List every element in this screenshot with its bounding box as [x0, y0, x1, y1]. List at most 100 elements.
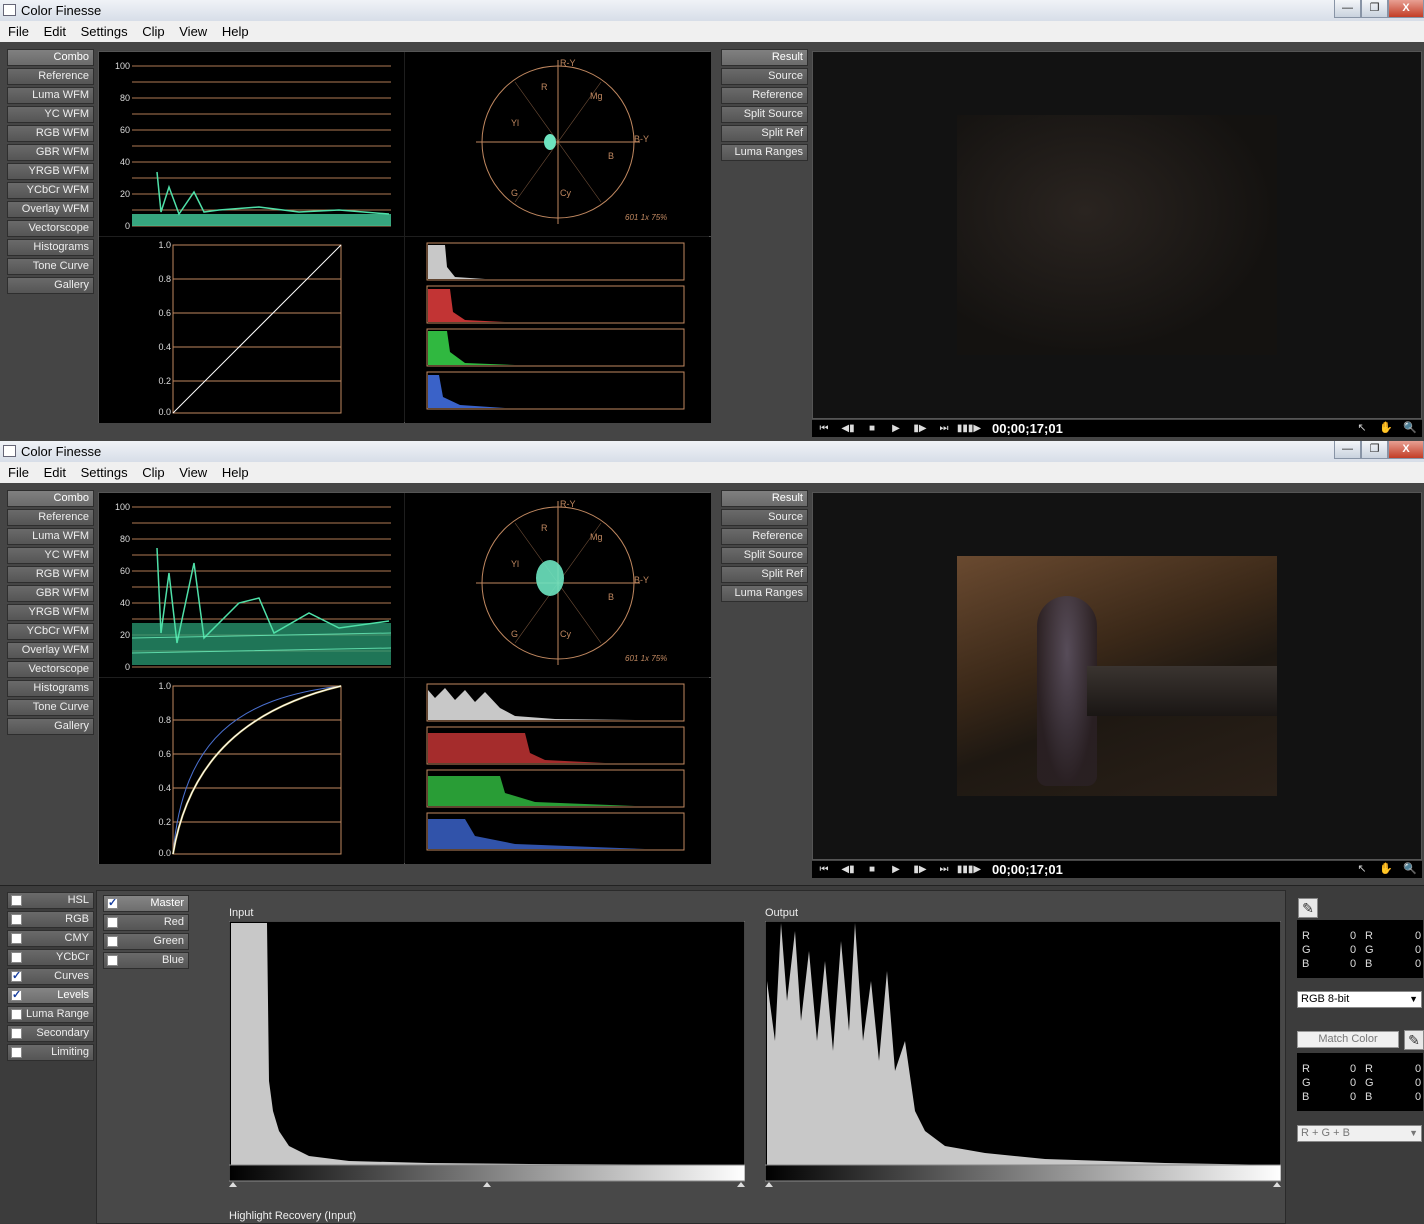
eyedropper-icon[interactable]: ✎	[1298, 898, 1318, 918]
menu-edit[interactable]: Edit	[44, 462, 66, 480]
first-frame-button[interactable]: ⏮	[814, 863, 834, 876]
menu-view[interactable]: View	[179, 21, 207, 39]
maximize-button[interactable]: ❐	[1361, 0, 1388, 18]
input-black-slider[interactable]	[229, 1182, 237, 1187]
next-frame-button[interactable]: ▮▶	[910, 422, 930, 435]
match-eyedropper-icon[interactable]: ✎	[1404, 1030, 1424, 1050]
view-split-ref[interactable]: Split Ref	[721, 125, 808, 142]
menu-settings[interactable]: Settings	[81, 21, 128, 39]
tab-reference[interactable]: Reference	[7, 68, 94, 85]
view-reference[interactable]: Reference	[721, 528, 808, 545]
tab-ycbcr-wfm[interactable]: YCbCr WFM	[7, 182, 94, 199]
match-mode-select[interactable]: R + G + B ▼	[1297, 1125, 1422, 1142]
tab-yrgb-wfm[interactable]: YRGB WFM	[7, 163, 94, 180]
last-frame-button[interactable]: ⏭	[934, 863, 954, 876]
menu-file[interactable]: File	[8, 462, 29, 480]
tab-hsl[interactable]: HSL	[7, 892, 94, 909]
view-source[interactable]: Source	[721, 68, 808, 85]
menu-edit[interactable]: Edit	[44, 21, 66, 39]
prev-frame-button[interactable]: ◀▮	[838, 422, 858, 435]
tab-overlay-wfm[interactable]: Overlay WFM	[7, 201, 94, 218]
input-white-slider[interactable]	[737, 1182, 745, 1187]
channel-green[interactable]: Green	[103, 933, 189, 950]
curves-checkbox[interactable]: ✓	[11, 971, 22, 982]
limiting-checkbox[interactable]	[11, 1047, 22, 1058]
channel-red[interactable]: Red	[103, 914, 189, 931]
tab-secondary[interactable]: Secondary	[7, 1025, 94, 1042]
input-gamma-slider[interactable]	[483, 1182, 491, 1187]
master-checkbox[interactable]: ✓	[107, 898, 118, 909]
arrow-tool-icon[interactable]: ↖	[1352, 863, 1372, 876]
tab-vectorscope[interactable]: Vectorscope	[7, 661, 94, 678]
tab-rgb-wfm[interactable]: RGB WFM	[7, 566, 94, 583]
tab-histograms[interactable]: Histograms	[7, 680, 94, 697]
tab-yc-wfm[interactable]: YC WFM	[7, 106, 94, 123]
prev-frame-button[interactable]: ◀▮	[838, 863, 858, 876]
tab-luma-range[interactable]: Luma Range	[7, 1006, 94, 1023]
view-split-source[interactable]: Split Source	[721, 106, 808, 123]
tab-luma-wfm[interactable]: Luma WFM	[7, 87, 94, 104]
output-white-slider[interactable]	[1273, 1182, 1281, 1187]
rgb-checkbox[interactable]	[11, 914, 22, 925]
channel-blue[interactable]: Blue	[103, 952, 189, 969]
stop-button[interactable]: ■	[862, 422, 882, 435]
cmy-checkbox[interactable]	[11, 933, 22, 944]
close-button[interactable]: X	[1388, 441, 1424, 459]
minimize-button[interactable]: —	[1334, 0, 1361, 18]
tab-rgb[interactable]: RGB	[7, 911, 94, 928]
view-reference[interactable]: Reference	[721, 87, 808, 104]
minimize-button[interactable]: —	[1334, 441, 1361, 459]
tab-gallery[interactable]: Gallery	[7, 277, 94, 294]
ycbcr-checkbox[interactable]	[11, 952, 22, 963]
tab-ycbcr-wfm[interactable]: YCbCr WFM	[7, 623, 94, 640]
levels-checkbox[interactable]: ✓	[11, 990, 22, 1001]
first-frame-button[interactable]: ⏮	[814, 422, 834, 435]
view-source[interactable]: Source	[721, 509, 808, 526]
hsl-checkbox[interactable]	[11, 895, 22, 906]
menu-file[interactable]: File	[8, 21, 29, 39]
view-split-ref[interactable]: Split Ref	[721, 566, 808, 583]
tab-curves[interactable]: ✓ Curves	[7, 968, 94, 985]
tab-gallery[interactable]: Gallery	[7, 718, 94, 735]
secondary-checkbox[interactable]	[11, 1028, 22, 1039]
tab-ycbcr[interactable]: YCbCr	[7, 949, 94, 966]
menu-help[interactable]: Help	[222, 462, 249, 480]
stop-button[interactable]: ■	[862, 863, 882, 876]
play-button[interactable]: ▶	[886, 863, 906, 876]
menu-clip[interactable]: Clip	[142, 21, 164, 39]
menu-settings[interactable]: Settings	[81, 462, 128, 480]
tab-levels[interactable]: ✓ Levels	[7, 987, 94, 1004]
view-result[interactable]: Result	[721, 490, 808, 507]
menu-view[interactable]: View	[179, 462, 207, 480]
output-black-slider[interactable]	[765, 1182, 773, 1187]
tab-overlay-wfm[interactable]: Overlay WFM	[7, 642, 94, 659]
hand-tool-icon[interactable]: ✋	[1376, 863, 1396, 876]
tab-limiting[interactable]: Limiting	[7, 1044, 94, 1061]
hand-tool-icon[interactable]: ✋	[1376, 422, 1396, 435]
tab-vectorscope[interactable]: Vectorscope	[7, 220, 94, 237]
tab-gbr-wfm[interactable]: GBR WFM	[7, 585, 94, 602]
view-split-source[interactable]: Split Source	[721, 547, 808, 564]
tab-histograms[interactable]: Histograms	[7, 239, 94, 256]
menu-clip[interactable]: Clip	[142, 462, 164, 480]
loop-button[interactable]: ▮▮▮▶	[956, 422, 982, 435]
tab-yc-wfm[interactable]: YC WFM	[7, 547, 94, 564]
channel-master[interactable]: ✓ Master	[103, 895, 189, 912]
tab-cmy[interactable]: CMY	[7, 930, 94, 947]
luma-range-checkbox[interactable]	[11, 1009, 22, 1020]
tab-reference[interactable]: Reference	[7, 509, 94, 526]
view-luma-ranges[interactable]: Luma Ranges	[721, 144, 808, 161]
match-color-button[interactable]: Match Color	[1297, 1031, 1399, 1048]
tab-tone-curve[interactable]: Tone Curve	[7, 258, 94, 275]
green-checkbox[interactable]	[107, 936, 118, 947]
zoom-tool-icon[interactable]: 🔍	[1400, 863, 1420, 876]
tab-yrgb-wfm[interactable]: YRGB WFM	[7, 604, 94, 621]
view-luma-ranges[interactable]: Luma Ranges	[721, 585, 808, 602]
play-button[interactable]: ▶	[886, 422, 906, 435]
tab-gbr-wfm[interactable]: GBR WFM	[7, 144, 94, 161]
zoom-tool-icon[interactable]: 🔍	[1400, 422, 1420, 435]
arrow-tool-icon[interactable]: ↖	[1352, 422, 1372, 435]
tab-combo[interactable]: Combo	[7, 490, 94, 507]
tab-luma-wfm[interactable]: Luma WFM	[7, 528, 94, 545]
loop-button[interactable]: ▮▮▮▶	[956, 863, 982, 876]
